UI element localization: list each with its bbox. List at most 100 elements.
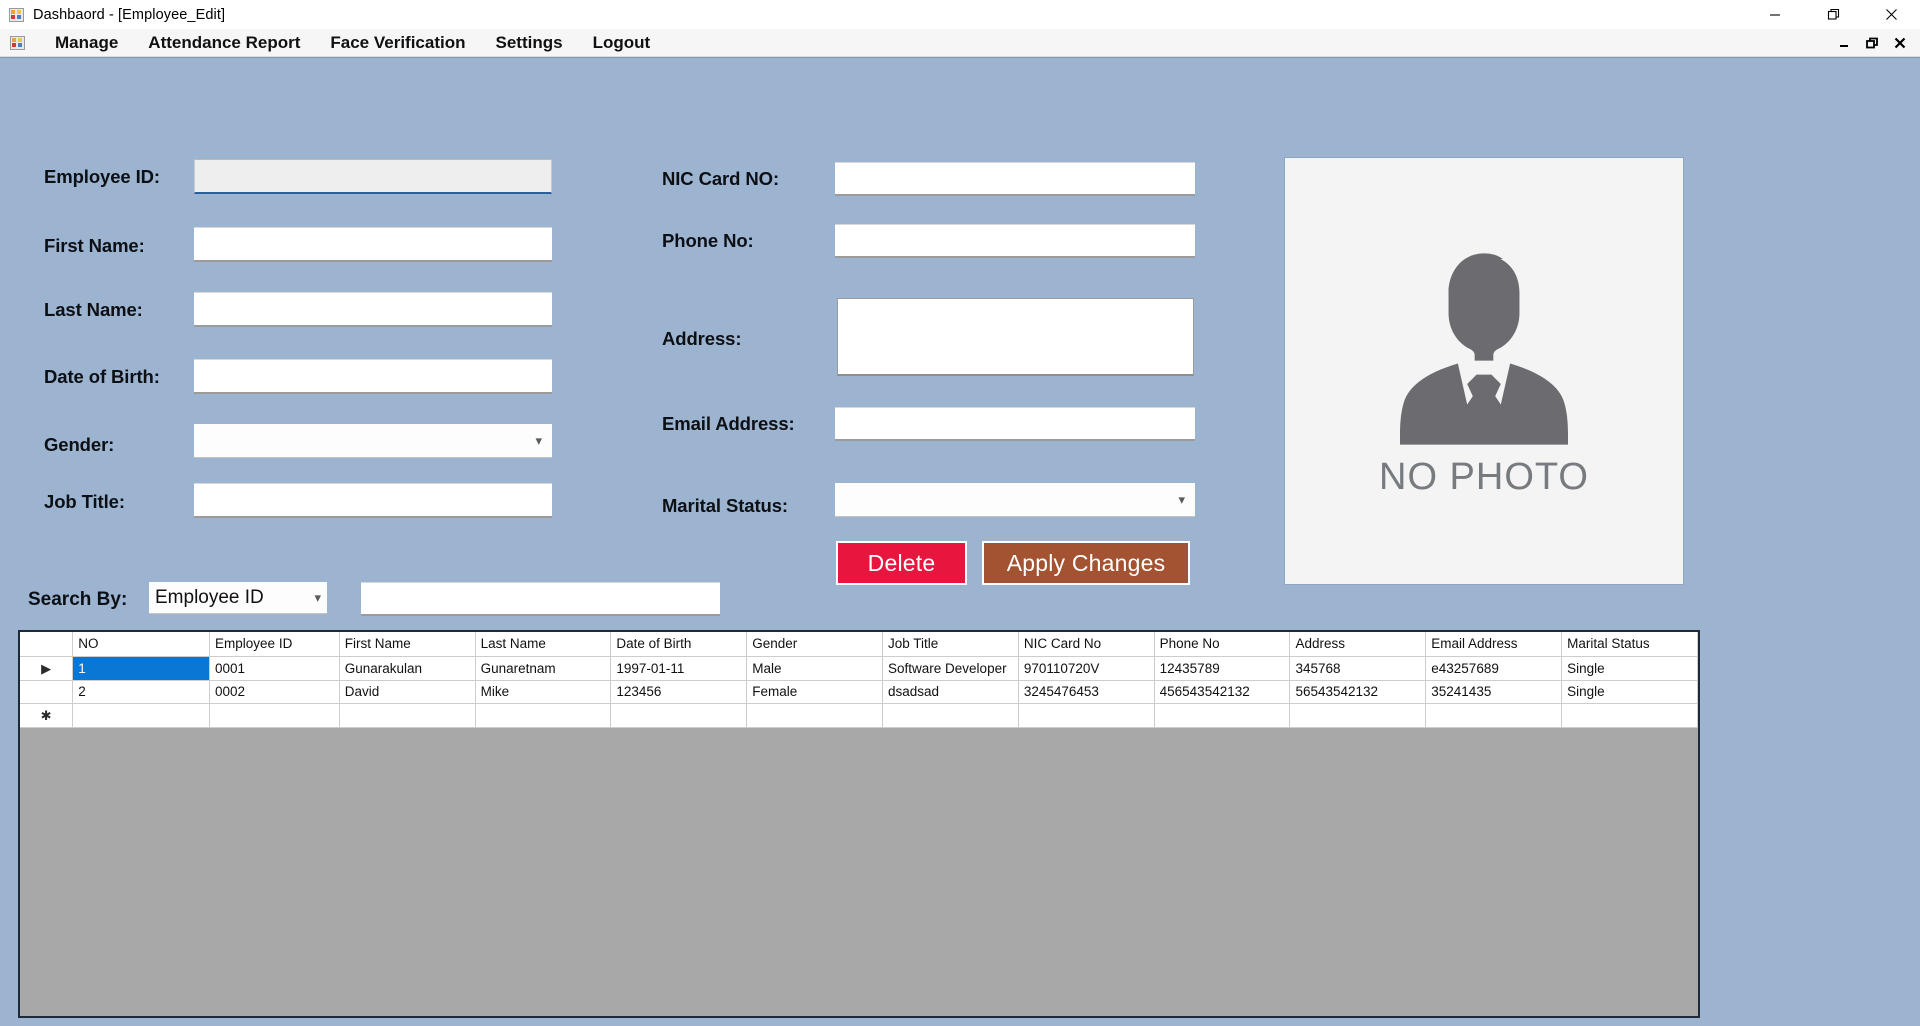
col-gender[interactable]: Gender bbox=[746, 632, 884, 657]
apply-changes-button[interactable]: Apply Changes bbox=[982, 541, 1190, 585]
cell-date-of-birth[interactable]: 1997-01-11 bbox=[610, 656, 748, 681]
new-row[interactable]: ✱ bbox=[20, 703, 1698, 728]
table-row[interactable]: 2 0002 David Mike 123456 Female dsadsad … bbox=[20, 680, 1698, 704]
cell-phone-no[interactable] bbox=[1154, 703, 1291, 728]
employee-photo-panel[interactable]: NO PHOTO bbox=[1284, 157, 1684, 585]
cell-job-title[interactable]: Software Developer bbox=[882, 656, 1019, 681]
job-title-input[interactable] bbox=[194, 483, 552, 518]
col-address[interactable]: Address bbox=[1289, 632, 1427, 657]
table-row[interactable]: ▶ 1 0001 Gunarakulan Gunaretnam 1997-01-… bbox=[20, 656, 1698, 681]
mdi-window-controls bbox=[1830, 29, 1914, 57]
window-title: Dashbaord - [Employee_Edit] bbox=[33, 6, 226, 23]
menu-item-manage[interactable]: Manage bbox=[40, 33, 133, 53]
cell-gender[interactable]: Male bbox=[746, 656, 884, 681]
grid-empty-area bbox=[20, 727, 1698, 1016]
new-row-asterisk-icon[interactable]: ✱ bbox=[20, 703, 74, 728]
label-marital-status: Marital Status: bbox=[662, 495, 788, 516]
col-last-name[interactable]: Last Name bbox=[475, 632, 612, 657]
maximize-icon[interactable] bbox=[1804, 0, 1862, 29]
menu-item-logout[interactable]: Logout bbox=[578, 33, 666, 53]
mdi-minimize-icon[interactable] bbox=[1830, 29, 1858, 57]
cell-address[interactable] bbox=[1289, 703, 1427, 728]
window-controls bbox=[1746, 0, 1920, 29]
last-name-input[interactable] bbox=[194, 292, 552, 327]
col-phone-no[interactable]: Phone No bbox=[1154, 632, 1291, 657]
mdi-restore-icon[interactable] bbox=[1858, 29, 1886, 57]
address-textarea[interactable] bbox=[837, 298, 1194, 376]
col-job-title[interactable]: Job Title bbox=[882, 632, 1019, 657]
cell-no[interactable]: 2 bbox=[72, 680, 211, 704]
cell-marital-status[interactable] bbox=[1561, 703, 1698, 728]
cell-employee-id[interactable]: 0002 bbox=[209, 680, 340, 704]
menu-bar: Manage Attendance Report Face Verificati… bbox=[0, 29, 1920, 57]
cell-phone-no[interactable]: 12435789 bbox=[1154, 656, 1291, 681]
no-photo-label: NO PHOTO bbox=[1379, 455, 1589, 498]
employee-data-grid[interactable]: NO Employee ID First Name Last Name Date… bbox=[18, 630, 1700, 1018]
cell-email-address[interactable]: e43257689 bbox=[1425, 656, 1563, 681]
col-marital-status[interactable]: Marital Status bbox=[1561, 632, 1698, 657]
col-nic-card-no[interactable]: NIC Card No bbox=[1018, 632, 1155, 657]
cell-marital-status[interactable]: Single bbox=[1561, 680, 1698, 704]
label-employee-id: Employee ID: bbox=[44, 166, 160, 187]
cell-nic-card-no[interactable]: 970110720V bbox=[1018, 656, 1155, 681]
cell-last-name[interactable] bbox=[475, 703, 612, 728]
cell-first-name[interactable]: Gunarakulan bbox=[339, 656, 476, 681]
cell-address[interactable]: 345768 bbox=[1289, 656, 1427, 681]
delete-button[interactable]: Delete bbox=[836, 541, 967, 585]
mdi-form-icon[interactable] bbox=[10, 35, 26, 51]
minimize-icon[interactable] bbox=[1746, 0, 1804, 29]
cell-last-name[interactable]: Gunaretnam bbox=[475, 656, 612, 681]
cell-no[interactable]: 1 bbox=[72, 656, 211, 681]
cell-gender[interactable] bbox=[746, 703, 884, 728]
marital-status-combobox[interactable]: ▾ bbox=[835, 483, 1195, 517]
gender-combobox[interactable]: ▾ bbox=[194, 424, 552, 458]
row-indicator[interactable] bbox=[20, 680, 74, 704]
cell-marital-status[interactable]: Single bbox=[1561, 656, 1698, 681]
cell-employee-id[interactable] bbox=[209, 703, 340, 728]
email-address-input[interactable] bbox=[835, 407, 1195, 441]
search-query-input[interactable] bbox=[361, 582, 720, 616]
cell-last-name[interactable]: Mike bbox=[475, 680, 612, 704]
mdi-close-icon[interactable] bbox=[1886, 29, 1914, 57]
cell-first-name[interactable]: David bbox=[339, 680, 476, 704]
menu-item-settings[interactable]: Settings bbox=[481, 33, 578, 53]
table-header-row: NO Employee ID First Name Last Name Date… bbox=[20, 632, 1698, 657]
row-header-corner[interactable] bbox=[20, 632, 74, 657]
col-no[interactable]: NO bbox=[72, 632, 211, 657]
cell-phone-no[interactable]: 456543542132 bbox=[1154, 680, 1291, 704]
employee-id-input[interactable] bbox=[194, 159, 552, 194]
cell-job-title[interactable] bbox=[882, 703, 1019, 728]
col-employee-id[interactable]: Employee ID bbox=[209, 632, 340, 657]
col-date-of-birth[interactable]: Date of Birth bbox=[610, 632, 748, 657]
row-indicator[interactable]: ▶ bbox=[20, 656, 74, 681]
cell-no[interactable] bbox=[72, 703, 211, 728]
label-phone-no: Phone No: bbox=[662, 230, 754, 251]
cell-first-name[interactable] bbox=[339, 703, 476, 728]
cell-nic-card-no[interactable] bbox=[1018, 703, 1155, 728]
cell-employee-id[interactable]: 0001 bbox=[209, 656, 340, 681]
date-of-birth-input[interactable] bbox=[194, 359, 552, 394]
menu-item-attendance-report[interactable]: Attendance Report bbox=[133, 33, 315, 53]
cell-gender[interactable]: Female bbox=[746, 680, 884, 704]
close-icon[interactable] bbox=[1862, 0, 1920, 29]
search-field-combobox[interactable]: Employee ID ▾ bbox=[149, 582, 327, 614]
employee-edit-form: Employee ID: First Name: Last Name: Date… bbox=[0, 57, 1920, 1026]
first-name-input[interactable] bbox=[194, 227, 552, 262]
cell-date-of-birth[interactable] bbox=[610, 703, 748, 728]
col-first-name[interactable]: First Name bbox=[339, 632, 476, 657]
chevron-down-icon: ▾ bbox=[535, 433, 542, 448]
chevron-down-icon: ▾ bbox=[1178, 492, 1185, 507]
cell-email-address[interactable]: 35241435 bbox=[1425, 680, 1563, 704]
cell-job-title[interactable]: dsadsad bbox=[882, 680, 1019, 704]
cell-address[interactable]: 56543542132 bbox=[1289, 680, 1427, 704]
phone-no-input[interactable] bbox=[835, 224, 1195, 258]
col-email-address[interactable]: Email Address bbox=[1425, 632, 1563, 657]
cell-nic-card-no[interactable]: 3245476453 bbox=[1018, 680, 1155, 704]
search-field-value: Employee ID bbox=[155, 586, 264, 608]
cell-email-address[interactable] bbox=[1425, 703, 1563, 728]
cell-date-of-birth[interactable]: 123456 bbox=[610, 680, 748, 704]
nic-card-no-input[interactable] bbox=[835, 162, 1195, 196]
menu-item-face-verification[interactable]: Face Verification bbox=[315, 33, 480, 53]
label-gender: Gender: bbox=[44, 434, 115, 455]
label-nic-card-no: NIC Card NO: bbox=[662, 168, 779, 189]
